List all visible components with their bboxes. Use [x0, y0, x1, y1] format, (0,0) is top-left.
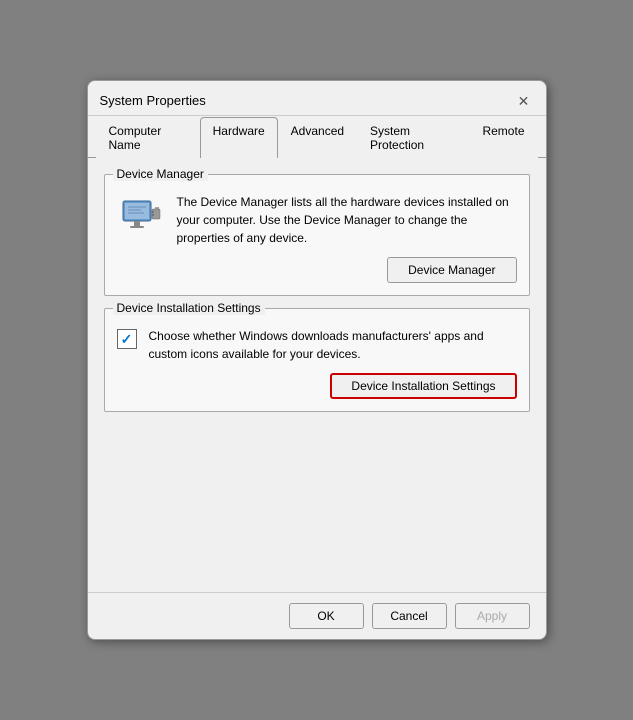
- tab-bar: Computer Name Hardware Advanced System P…: [88, 116, 546, 158]
- system-properties-dialog: System Properties ✕ Computer Name Hardwa…: [87, 80, 547, 640]
- dialog-title: System Properties: [100, 93, 206, 114]
- device-installation-inner: ✓ Choose whether Windows downloads manuf…: [117, 327, 517, 363]
- device-installation-button-row: Device Installation Settings: [117, 373, 517, 399]
- device-installation-settings-button[interactable]: Device Installation Settings: [330, 373, 516, 399]
- title-bar: System Properties ✕: [88, 81, 546, 116]
- cancel-button[interactable]: Cancel: [372, 603, 447, 629]
- device-manager-inner: The Device Manager lists all the hardwar…: [117, 193, 517, 247]
- tab-hardware[interactable]: Hardware: [200, 117, 278, 158]
- device-manager-button[interactable]: Device Manager: [387, 257, 516, 283]
- device-manager-section-label: Device Manager: [113, 167, 208, 181]
- device-manager-icon: [117, 193, 165, 241]
- device-manager-button-row: Device Manager: [117, 257, 517, 283]
- device-manager-section: Device Manager: [104, 174, 530, 296]
- tab-content: Device Manager: [88, 158, 546, 592]
- tab-remote[interactable]: Remote: [469, 117, 537, 158]
- device-installation-description: Choose whether Windows downloads manufac…: [149, 327, 517, 363]
- close-button[interactable]: ✕: [514, 91, 534, 111]
- checkmark-icon: ✓: [121, 331, 133, 348]
- tab-system-protection[interactable]: System Protection: [357, 117, 469, 158]
- device-manager-description: The Device Manager lists all the hardwar…: [177, 193, 517, 247]
- apply-button[interactable]: Apply: [455, 603, 530, 629]
- device-installation-checkbox[interactable]: ✓: [117, 329, 137, 349]
- dialog-footer: OK Cancel Apply: [88, 592, 546, 639]
- device-installation-section: Device Installation Settings ✓ Choose wh…: [104, 308, 530, 412]
- tab-computer-name[interactable]: Computer Name: [96, 117, 200, 158]
- device-installation-section-label: Device Installation Settings: [113, 301, 265, 315]
- tab-advanced[interactable]: Advanced: [278, 117, 357, 158]
- content-spacer: [104, 424, 530, 576]
- ok-button[interactable]: OK: [289, 603, 364, 629]
